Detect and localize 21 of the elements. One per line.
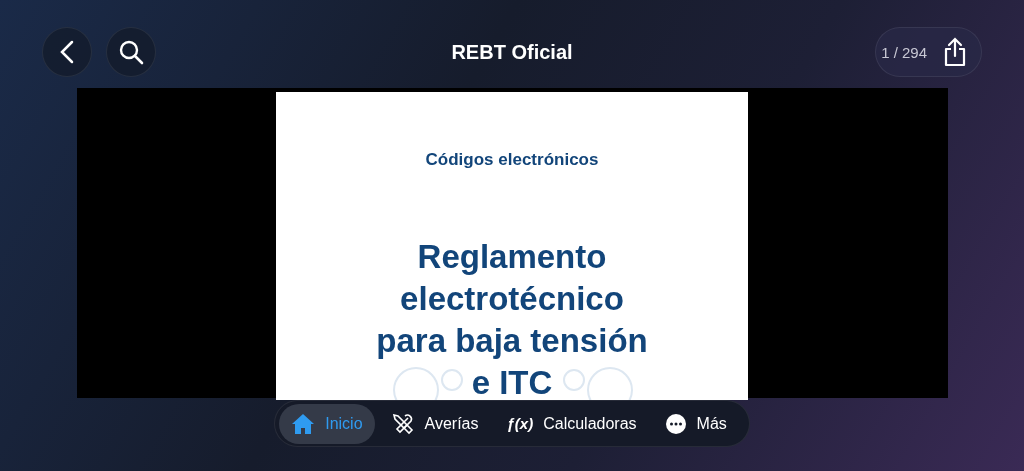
share-button[interactable]: [943, 37, 967, 67]
window-title: REBT Oficial: [451, 40, 573, 64]
page-counter: 1 / 294: [881, 43, 927, 61]
document-title-line: Reglamento: [417, 237, 607, 277]
tab[interactable]: Más: [652, 403, 739, 444]
more-icon: [664, 412, 687, 435]
document-subtitle: Códigos electrónicos: [425, 150, 599, 170]
document-title-line: para baja tensión: [376, 321, 648, 361]
search-button[interactable]: [106, 27, 156, 77]
back-icon: [60, 40, 74, 64]
share-icon: [943, 37, 967, 67]
back-button[interactable]: [42, 27, 92, 77]
tab[interactable]: Inicio: [279, 403, 375, 444]
document-title-line: e ITC: [471, 363, 553, 400]
tab[interactable]: Averías: [378, 403, 491, 444]
home-icon: [291, 412, 316, 435]
search-icon: [118, 39, 144, 65]
document-title-line: electrotécnico: [400, 279, 624, 319]
tools-icon: [390, 411, 415, 436]
tab[interactable]: ƒ(x) Calculadoras: [494, 403, 649, 444]
function-icon: ƒ(x): [506, 415, 534, 432]
